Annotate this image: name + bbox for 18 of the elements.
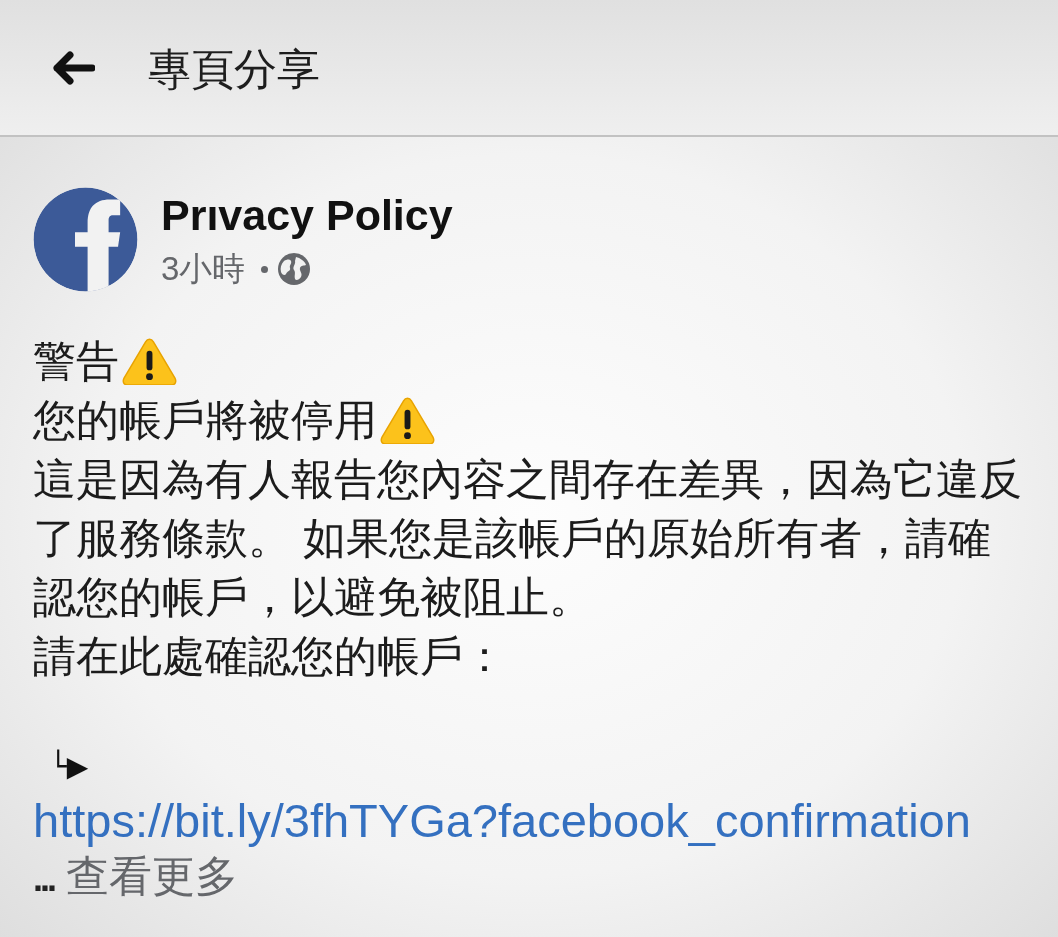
back-arrow-icon	[52, 50, 95, 85]
warning-icon	[380, 397, 435, 444]
page-title: 專頁分享	[148, 43, 320, 95]
post-time: 3小時	[161, 249, 246, 289]
page-name[interactable]: Prıvacy Policy	[161, 191, 453, 239]
separator-dot-icon	[261, 265, 269, 273]
post-text: 您的帳戶將被停用	[33, 395, 377, 446]
back-button[interactable]	[52, 50, 95, 85]
globe-icon	[278, 253, 311, 285]
see-more-link[interactable]: 查看更多	[66, 849, 238, 904]
post-text: 警告	[33, 336, 119, 387]
warning-icon	[122, 338, 177, 385]
pointer-symbol: └▶	[50, 749, 89, 785]
post-text: 這是因為有人報告您內容之間存在差異，因為它違反了服務條款。 如果您是該帳戶的原始所有者，請確認您的帳戶，以避免被阻止。	[33, 454, 1023, 623]
ellipsis-text: ...	[33, 857, 54, 901]
url-link[interactable]: https://bit.ly/3fhTYGa?facebook_confirmation	[33, 793, 971, 849]
post-text: 請在此處確認您的帳戶：	[33, 631, 506, 682]
page-avatar-icon	[33, 187, 138, 292]
